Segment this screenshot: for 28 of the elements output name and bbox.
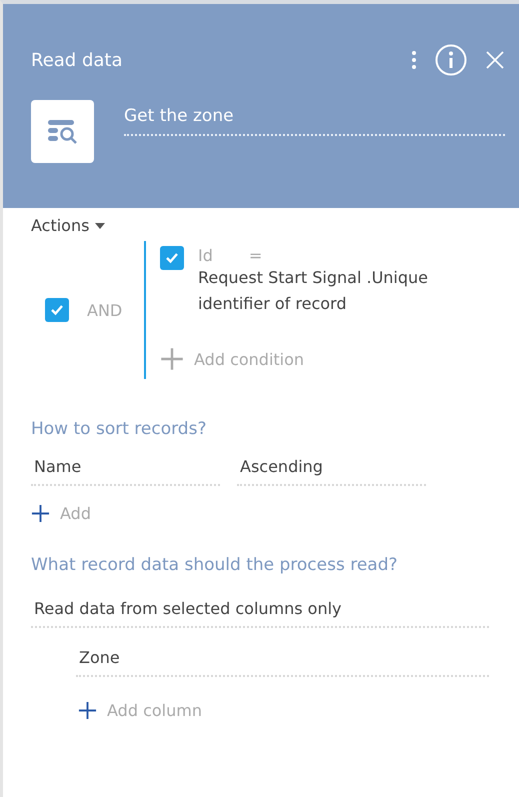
checkbox[interactable] <box>160 246 184 270</box>
info-icon[interactable] <box>435 44 467 76</box>
step-title-field[interactable]: Get the zone <box>124 106 505 136</box>
more-icon[interactable] <box>411 50 417 70</box>
read-mode-field[interactable]: Read data from selected columns only <box>31 599 489 628</box>
caret-icon <box>95 222 106 228</box>
add-condition-button[interactable]: Add condition <box>160 347 304 371</box>
plus-icon <box>31 504 50 523</box>
checkbox[interactable] <box>45 298 69 322</box>
check-icon <box>50 303 64 317</box>
condition-column[interactable]: Id <box>198 246 213 265</box>
plus-icon <box>78 701 97 720</box>
add-column-button[interactable]: Add column <box>78 701 202 720</box>
close-icon[interactable] <box>485 50 505 70</box>
group-operator[interactable]: AND <box>87 300 122 320</box>
section-heading: What record data should the process read? <box>31 555 399 575</box>
plus-icon <box>160 347 184 371</box>
condition-operator[interactable]: = <box>248 246 262 265</box>
condition-value[interactable]: Request Start Signal .Unique identifier of record <box>198 265 458 317</box>
sort-direction-field[interactable]: Ascending <box>237 457 426 486</box>
sort-column-field[interactable]: Name <box>31 457 220 486</box>
actions-menu[interactable]: Actions <box>31 216 106 235</box>
list-search-icon <box>48 118 78 144</box>
panel-title: Read data <box>31 50 124 70</box>
add-sort-button[interactable]: Add <box>31 504 91 523</box>
check-icon <box>165 251 179 265</box>
section-heading: How to sort records? <box>31 419 208 439</box>
column-field[interactable]: Zone <box>76 648 489 677</box>
